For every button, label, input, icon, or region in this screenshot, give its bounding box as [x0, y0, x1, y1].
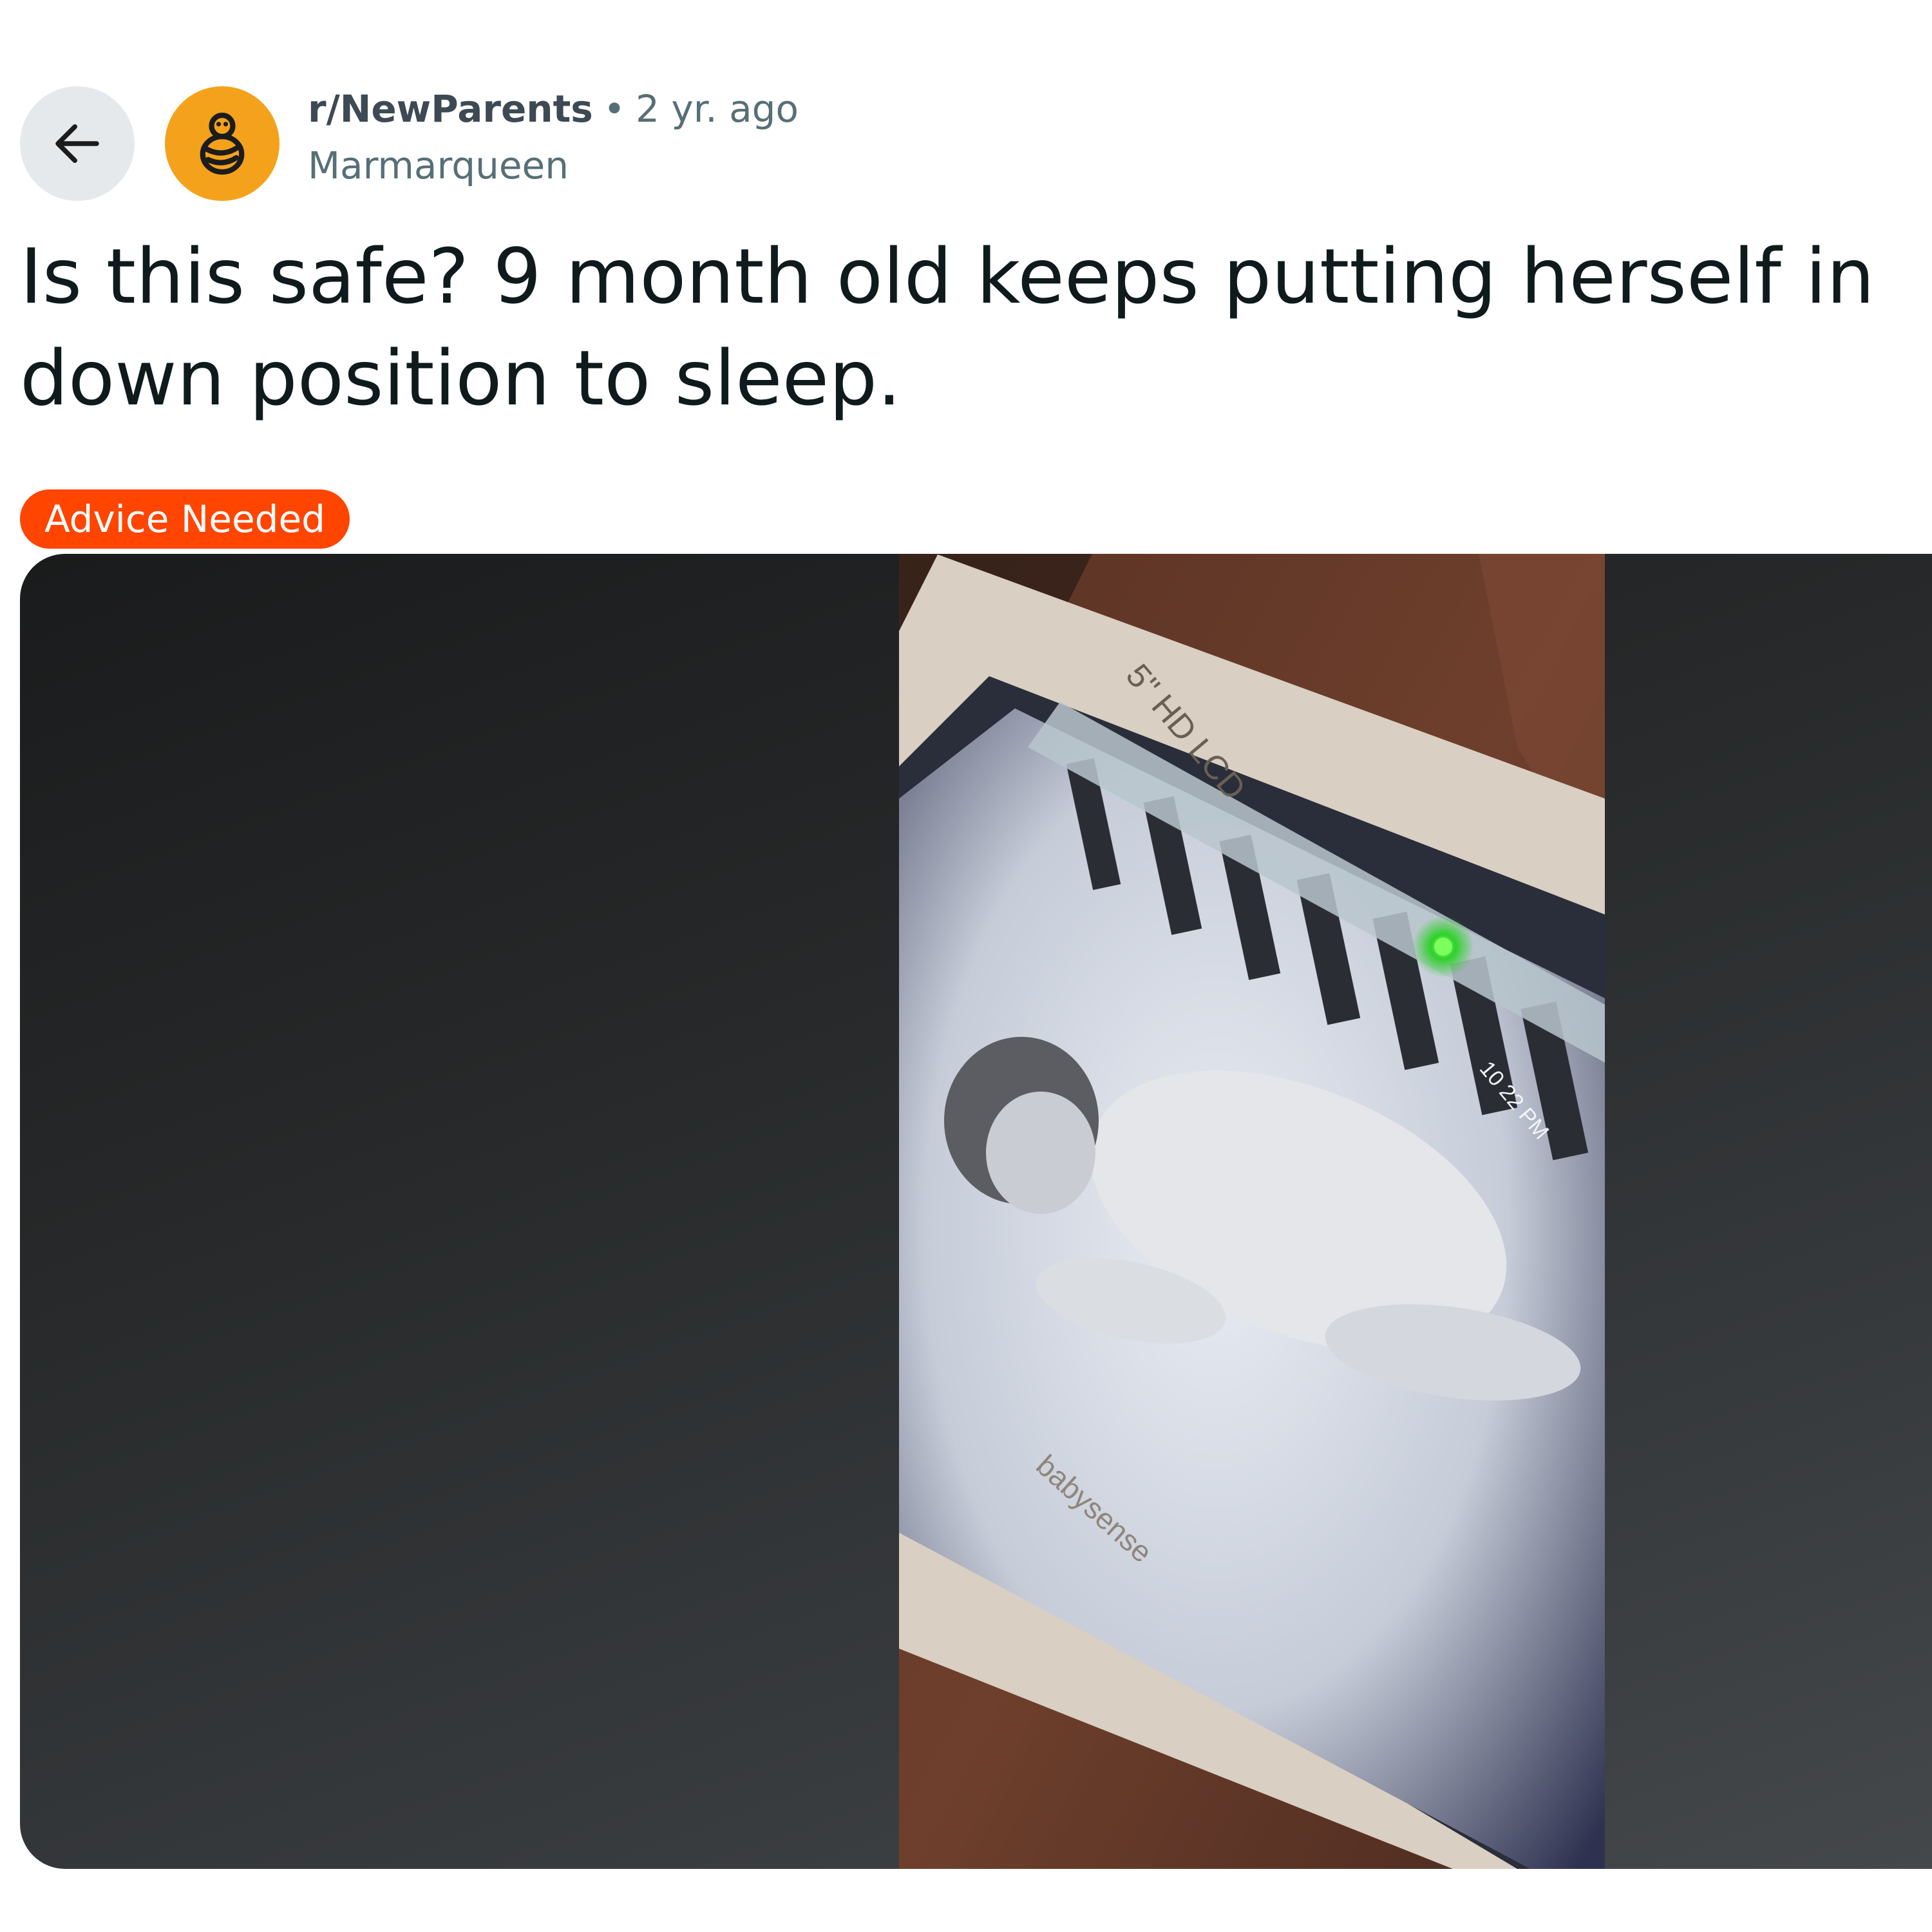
post-title: Is this safe? 9 month old keeps putting … [20, 225, 1926, 429]
flair-badge[interactable]: Advice Needed [20, 489, 350, 549]
post-container: r/NewParents • 2 yr. ago Marmarqueen Is … [0, 0, 1932, 1932]
author-link[interactable]: Marmarqueen [308, 147, 799, 184]
post-title-line-2: down position to sleep. [20, 334, 902, 422]
subreddit-link[interactable]: r/NewParents [308, 90, 593, 128]
arrow-left-icon [55, 124, 99, 163]
meta-separator: • [603, 87, 626, 131]
baby-emblem-icon [200, 112, 245, 175]
post-title-line-1: Is this safe? 9 month old keeps putting … [20, 232, 1875, 321]
post-meta-row: r/NewParents • 2 yr. ago [308, 90, 799, 128]
post-meta: r/NewParents • 2 yr. ago Marmarqueen [308, 90, 799, 184]
post-media[interactable]: 5" HD LCD 10 22 PM babysense [20, 554, 1932, 1869]
post-age: 2 yr. ago [636, 87, 799, 131]
baby-monitor-photo: 5" HD LCD 10 22 PM babysense [899, 554, 1605, 1869]
subreddit-avatar[interactable] [165, 86, 279, 201]
back-button[interactable] [20, 86, 135, 201]
